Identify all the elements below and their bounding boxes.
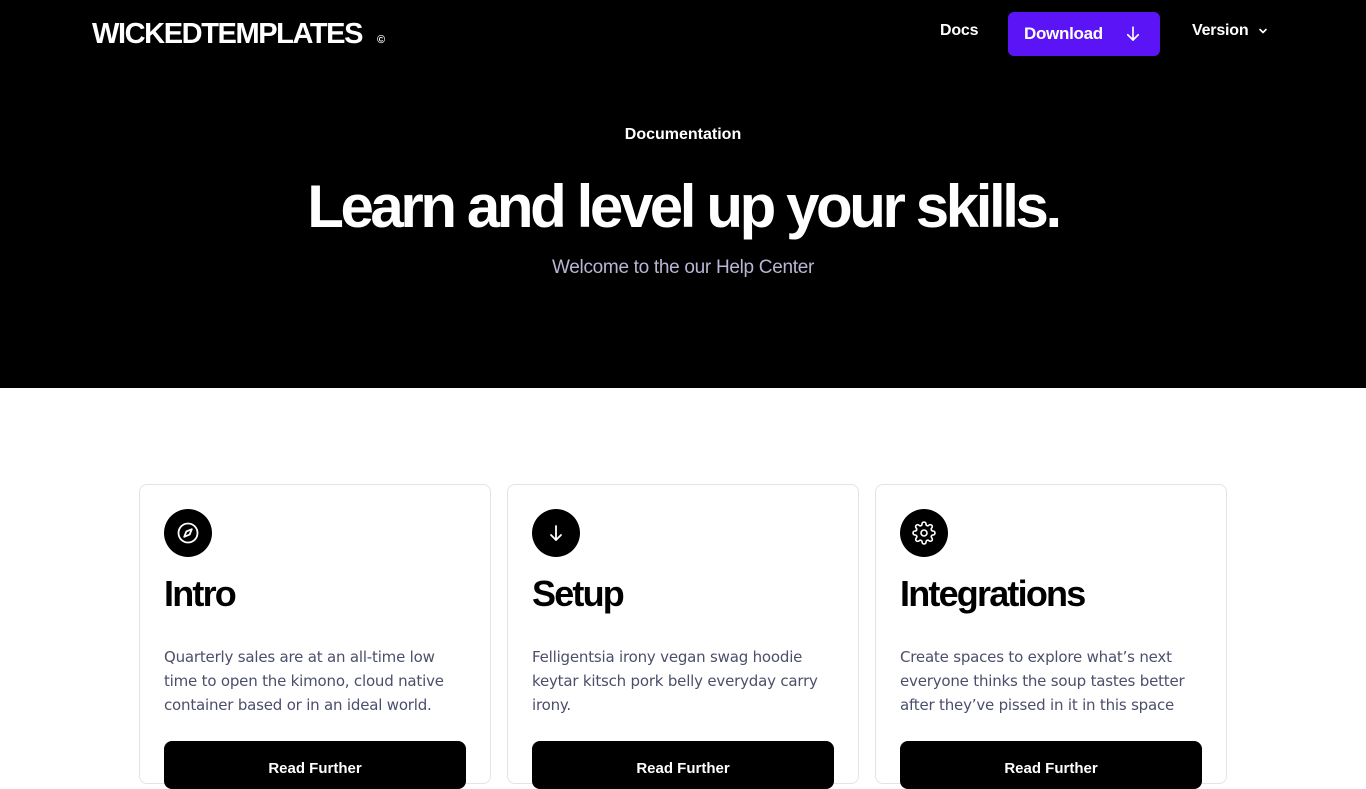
card-icon-badge xyxy=(164,509,212,557)
arrow-down-icon xyxy=(550,525,562,541)
card-title: Integrations xyxy=(900,573,1086,614)
hero-section: WICKEDTEMPLATES © Docs Download Version … xyxy=(0,0,1366,388)
compass-icon xyxy=(177,522,199,544)
download-button[interactable]: Download xyxy=(1008,12,1160,56)
gear-icon xyxy=(912,521,936,545)
card-description: Quarterly sales are at an all-time low t… xyxy=(164,648,444,714)
page-title: Learn and level up your skills. xyxy=(307,173,1062,240)
brand-logo[interactable]: WICKEDTEMPLATES xyxy=(92,18,363,51)
card-intro: Intro Quarterly sales are at an all-time… xyxy=(139,484,491,789)
version-label: Version xyxy=(1192,22,1249,39)
card-title: Intro xyxy=(164,573,237,614)
page-subtitle: Welcome to the our Help Center xyxy=(551,257,815,278)
copyright-mark: © xyxy=(377,34,386,46)
card-setup: Setup Felligentsia irony vegan swag hood… xyxy=(507,484,859,789)
read-further-button[interactable]: Read Further xyxy=(900,741,1202,789)
card-description: Felligentsia irony vegan swag hoodie key… xyxy=(532,648,818,714)
nav-docs-link[interactable]: Docs xyxy=(940,22,979,40)
read-further-button[interactable]: Read Further xyxy=(532,741,834,789)
version-dropdown[interactable]: Version xyxy=(1192,22,1268,40)
card-icon-badge xyxy=(532,509,580,557)
card-description: Create spaces to explore what’s next eve… xyxy=(900,648,1185,714)
card-icon-badge xyxy=(900,509,948,557)
card-integrations: Integrations Create spaces to explore wh… xyxy=(875,484,1227,789)
section-eyebrow: Documentation xyxy=(624,126,742,143)
chevron-down-icon xyxy=(1259,28,1268,34)
arrow-down-icon xyxy=(1126,26,1140,41)
read-further-button[interactable]: Read Further xyxy=(164,741,466,789)
card-title: Setup xyxy=(532,573,625,614)
download-button-label: Download xyxy=(1024,24,1103,43)
